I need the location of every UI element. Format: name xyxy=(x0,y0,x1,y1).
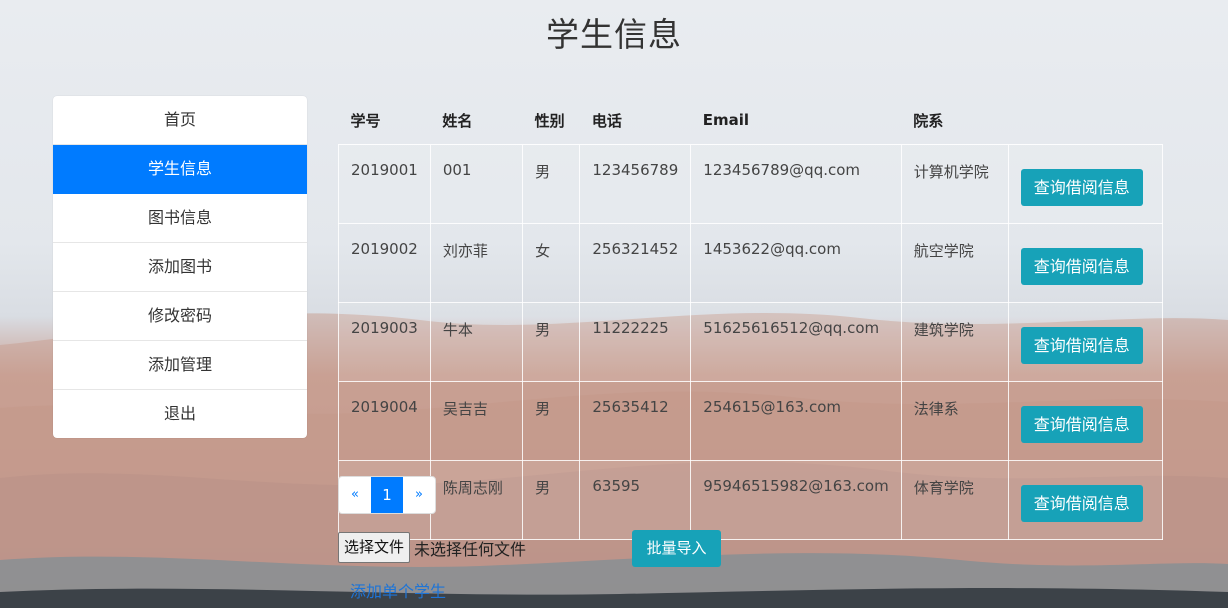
cell-department: 计算机学院 xyxy=(900,144,1009,224)
sidebar-item-add-admin[interactable]: 添加管理 xyxy=(53,341,307,390)
cell-gender: 男 xyxy=(522,381,581,461)
cell-phone: 256321452 xyxy=(579,223,692,303)
query-borrow-button[interactable]: 查询借阅信息 xyxy=(1020,247,1143,285)
sidebar-item-student-info[interactable]: 学生信息 xyxy=(53,145,307,194)
header-gender: 性别 xyxy=(522,96,580,145)
cell-action: 查询借阅信息 xyxy=(1008,381,1164,461)
file-status-text: 未选择任何文件 xyxy=(414,539,527,559)
cell-phone: 25635412 xyxy=(579,381,692,461)
header-email: Email xyxy=(690,96,902,145)
cell-name: 牛本 xyxy=(429,302,524,382)
table-row: 2019002 刘亦菲 女 256321452 1453622@qq.com 航… xyxy=(338,223,1164,303)
cell-name: 吴吉吉 xyxy=(429,381,524,461)
query-borrow-button[interactable]: 查询借阅信息 xyxy=(1020,405,1143,443)
file-upload: 选择文件 未选择任何文件 xyxy=(338,532,526,563)
cell-department: 航空学院 xyxy=(900,223,1009,303)
cell-email: 123456789@qq.com xyxy=(690,144,902,224)
query-borrow-button[interactable]: 查询借阅信息 xyxy=(1020,484,1143,522)
table-row: 2019001 001 男 123456789 123456789@qq.com… xyxy=(338,144,1164,224)
header-phone: 电话 xyxy=(579,96,691,145)
table-row: 2019005 陈周志刚 男 63595 95946515982@163.com… xyxy=(338,460,1164,540)
cell-name: 陈周志刚 xyxy=(429,460,524,540)
cell-email: 51625616512@qq.com xyxy=(690,302,902,382)
cell-student-id: 2019001 xyxy=(338,144,431,224)
cell-phone: 63595 xyxy=(579,460,692,540)
sidebar-item-add-book[interactable]: 添加图书 xyxy=(53,243,307,292)
cell-action: 查询借阅信息 xyxy=(1008,460,1164,540)
pagination-prev[interactable]: « xyxy=(339,477,371,513)
student-table-container: 学号 姓名 性别 电话 Email 院系 2019001 001 男 12345… xyxy=(338,96,1164,540)
sidebar-item-logout[interactable]: 退出 xyxy=(53,390,307,438)
cell-gender: 男 xyxy=(522,460,581,540)
cell-student-id: 2019004 xyxy=(338,381,431,461)
cell-department: 体育学院 xyxy=(900,460,1009,540)
sidebar-item-book-info[interactable]: 图书信息 xyxy=(53,194,307,243)
batch-import-button[interactable]: 批量导入 xyxy=(632,530,721,567)
cell-email: 1453622@qq.com xyxy=(690,223,902,303)
cell-name: 001 xyxy=(429,144,524,224)
student-table: 学号 姓名 性别 电话 Email 院系 2019001 001 男 12345… xyxy=(338,96,1164,540)
cell-student-id: 2019003 xyxy=(338,302,431,382)
choose-file-button[interactable]: 选择文件 xyxy=(338,532,411,563)
header-action xyxy=(1008,96,1163,145)
table-row: 2019004 吴吉吉 男 25635412 254615@163.com 法律… xyxy=(338,381,1164,461)
pagination-next[interactable]: » xyxy=(403,477,435,513)
pagination-page-1[interactable]: 1 xyxy=(371,477,403,513)
cell-email: 95946515982@163.com xyxy=(690,460,902,540)
header-name: 姓名 xyxy=(430,96,523,145)
sidebar-item-home[interactable]: 首页 xyxy=(53,96,307,145)
add-single-student-link[interactable]: 添加单个学生 xyxy=(350,578,446,602)
page-title: 学生信息 xyxy=(546,15,682,54)
cell-department: 建筑学院 xyxy=(900,302,1009,382)
pagination: « 1 » xyxy=(338,476,436,514)
header-student-id: 学号 xyxy=(338,96,431,145)
query-borrow-button[interactable]: 查询借阅信息 xyxy=(1020,326,1143,364)
cell-phone: 11222225 xyxy=(579,302,692,382)
cell-gender: 男 xyxy=(522,144,581,224)
query-borrow-button[interactable]: 查询借阅信息 xyxy=(1020,168,1143,206)
cell-name: 刘亦菲 xyxy=(429,223,524,303)
cell-email: 254615@163.com xyxy=(690,381,902,461)
table-row: 2019003 牛本 男 11222225 51625616512@qq.com… xyxy=(338,302,1164,382)
cell-gender: 男 xyxy=(522,302,581,382)
cell-gender: 女 xyxy=(522,223,581,303)
cell-action: 查询借阅信息 xyxy=(1008,302,1164,382)
table-header-row: 学号 姓名 性别 电话 Email 院系 xyxy=(338,96,1163,145)
cell-department: 法律系 xyxy=(900,381,1009,461)
cell-student-id: 2019002 xyxy=(338,223,431,303)
sidebar-item-change-password[interactable]: 修改密码 xyxy=(53,292,307,341)
cell-action: 查询借阅信息 xyxy=(1008,223,1164,303)
cell-action: 查询借阅信息 xyxy=(1008,144,1164,224)
sidebar-nav: 首页 学生信息 图书信息 添加图书 修改密码 添加管理 退出 xyxy=(53,96,307,438)
header-department: 院系 xyxy=(901,96,1009,145)
cell-phone: 123456789 xyxy=(579,144,692,224)
